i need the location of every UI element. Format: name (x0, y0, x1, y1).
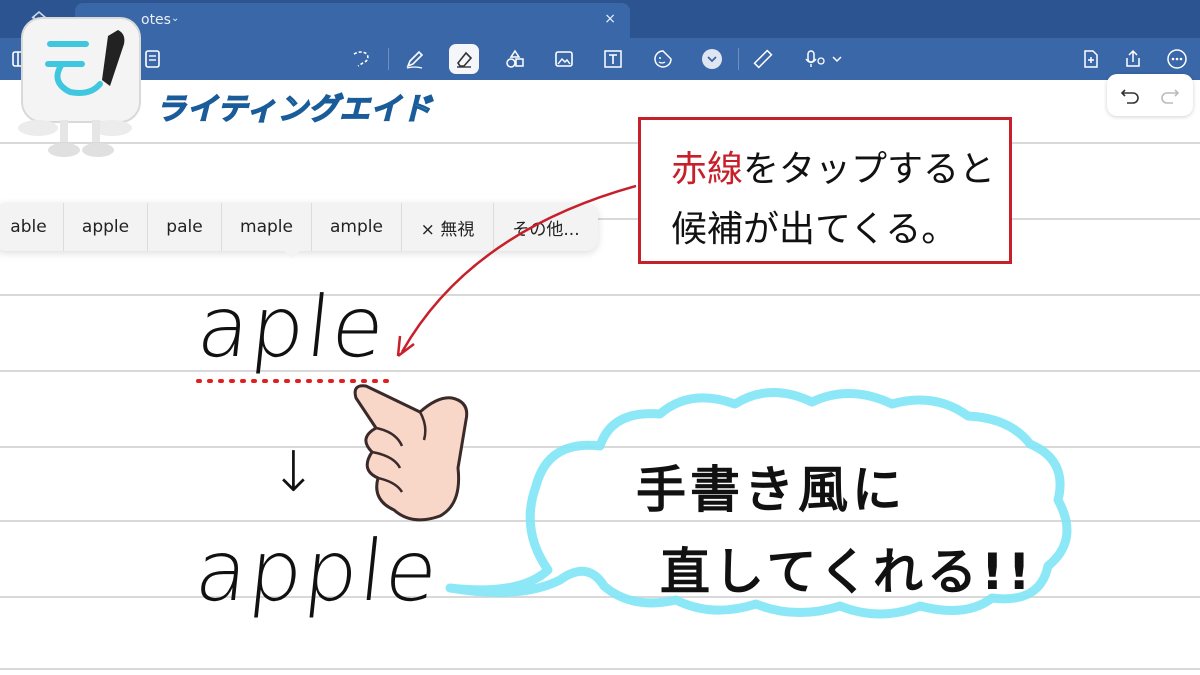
red-arrow (400, 184, 637, 353)
brand-name: ライティングエイド (155, 91, 433, 128)
misspelled-word[interactable]: aple (193, 278, 391, 376)
pointing-hand-icon (353, 384, 469, 522)
corrected-word[interactable]: apple (191, 522, 444, 620)
cloud-line2: 直してくれる!! (660, 543, 1035, 601)
writing-aid-logo (18, 17, 141, 157)
cloud-line1: 手書き風に (636, 461, 906, 519)
down-arrow: ↓ (270, 440, 319, 505)
